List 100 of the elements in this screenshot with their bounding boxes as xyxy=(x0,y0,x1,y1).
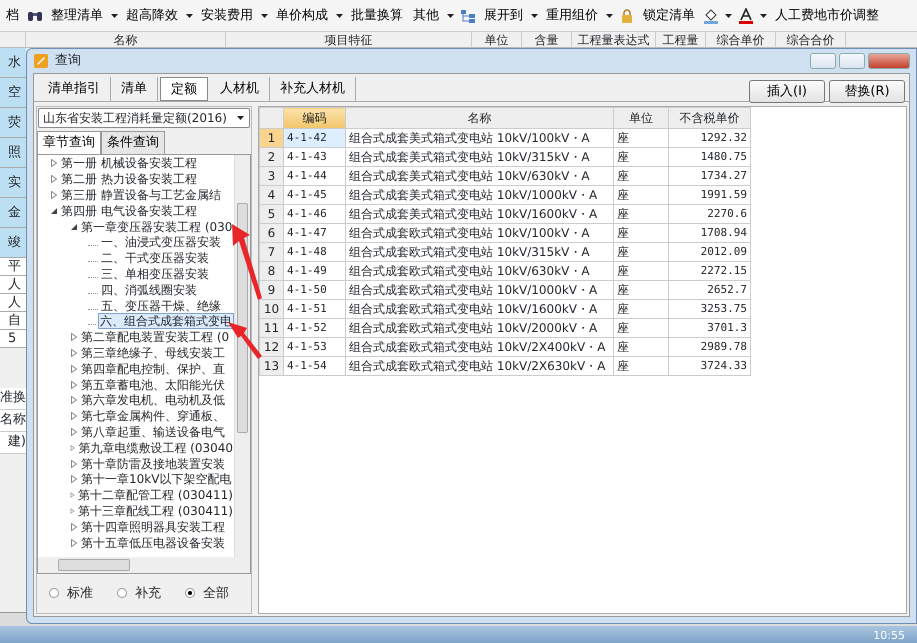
tree-item[interactable]: 一、油浸式变压器安装 xyxy=(100,235,222,250)
tree-item[interactable]: 第十二章配管工程 (030411) xyxy=(77,488,234,502)
tree-item[interactable]: 第四章配电控制、保护、直 xyxy=(80,362,226,376)
collapse-icon[interactable] xyxy=(70,222,78,231)
toolbar-button[interactable]: 安装费用 xyxy=(199,6,255,26)
tree-item[interactable]: 四、消弧线圈安装 xyxy=(100,282,198,297)
tree-item[interactable]: 第三册 静置设备与工艺金属结 xyxy=(60,188,222,202)
expand-icon[interactable] xyxy=(70,491,75,500)
replace-button[interactable]: 替换(R) xyxy=(829,80,905,104)
tree-item[interactable]: 第十四章照明器具安装工程 xyxy=(80,520,226,534)
tree-item[interactable]: 三、单相变压器安装 xyxy=(100,266,210,281)
caret-icon[interactable] xyxy=(186,14,193,18)
row-number[interactable]: 4 xyxy=(260,186,284,204)
paint-bucket-icon[interactable] xyxy=(703,8,719,24)
expand-icon[interactable] xyxy=(70,475,78,484)
tab[interactable]: 条件查询 xyxy=(101,131,165,154)
tree-item[interactable]: 二、干式变压器安装 xyxy=(100,251,210,266)
tree-item[interactable]: 第三章绝缘子、母线安装工 xyxy=(80,346,226,360)
expand-icon[interactable] xyxy=(70,380,78,389)
toolbar-button[interactable]: 展开到 xyxy=(482,6,525,26)
minimize-button[interactable] xyxy=(810,53,836,69)
toolbar-button[interactable]: 整理清单 xyxy=(49,6,105,26)
row-number[interactable]: 8 xyxy=(260,262,284,280)
column-header[interactable]: 不含税单价 xyxy=(668,108,750,128)
column-header[interactable]: 名称 xyxy=(26,32,226,47)
row-number[interactable]: 2 xyxy=(260,148,284,166)
toolbar-button[interactable]: 锁定清单 xyxy=(641,6,697,26)
expand-icon[interactable] xyxy=(70,444,76,452)
radio-button[interactable] xyxy=(117,588,127,598)
tree-item[interactable]: 第十五章低压电器设备安装 xyxy=(80,536,226,550)
expand-icon[interactable] xyxy=(70,428,78,436)
collapse-icon[interactable] xyxy=(50,206,58,215)
tab[interactable]: 章节查询 xyxy=(37,131,101,154)
close-button[interactable] xyxy=(868,53,910,69)
column-header[interactable]: 编码 xyxy=(284,108,346,128)
tree-item[interactable]: 第二册 热力设备安装工程 xyxy=(60,172,198,186)
toolbar-button[interactable]: 其他 xyxy=(411,6,441,26)
toolbar-button[interactable]: 超高降效 xyxy=(124,6,180,26)
tree-item[interactable]: 第二章配电装置安装工程 (0 xyxy=(80,330,230,344)
caret-icon[interactable] xyxy=(606,14,613,18)
insert-button[interactable]: 插入(I) xyxy=(749,80,825,104)
column-header[interactable]: 工程量表达式 xyxy=(572,32,656,47)
radio-button[interactable] xyxy=(185,588,195,598)
caret-icon[interactable] xyxy=(531,14,538,18)
row-number[interactable]: 3 xyxy=(260,166,284,186)
expand-icon[interactable] xyxy=(70,396,78,404)
toolbar-button[interactable]: 档 xyxy=(4,6,21,26)
row-number[interactable]: 1 xyxy=(260,128,284,148)
column-header[interactable]: 名称 xyxy=(346,108,614,128)
tree-icon[interactable] xyxy=(460,8,476,24)
column-header[interactable]: 单位 xyxy=(614,108,668,128)
expand-icon[interactable] xyxy=(70,348,78,357)
tree-item[interactable]: 第一章变压器安装工程 (030 xyxy=(80,220,234,234)
row-number[interactable]: 9 xyxy=(260,280,284,300)
column-header[interactable]: 项目特征 xyxy=(226,32,472,47)
toolbar-button[interactable]: 批量换算 xyxy=(349,6,405,26)
tree-item[interactable]: 第六章发电机、电动机及低 xyxy=(80,393,226,408)
expand-icon[interactable] xyxy=(70,506,75,515)
tree-item[interactable]: 第四册 电气设备安装工程 xyxy=(60,204,198,218)
library-dropdown[interactable]: 山东省安装工程消耗量定额(2016) xyxy=(38,108,250,128)
tree-item[interactable]: 第七章金属构件、穿通板、 xyxy=(80,409,226,424)
tree-item[interactable]: 第五章蓄电池、太阳能光伏 xyxy=(80,378,226,392)
tree-item[interactable]: 第一册 机械设备安装工程 xyxy=(60,156,198,170)
caret-icon[interactable] xyxy=(237,116,244,120)
caret-icon[interactable] xyxy=(111,14,118,18)
caret-icon[interactable] xyxy=(261,14,268,18)
tree-item[interactable]: 第九章电缆敷设工程 (03040 xyxy=(77,440,234,455)
font-color-icon[interactable] xyxy=(738,8,754,24)
row-number[interactable]: 7 xyxy=(260,242,284,262)
toolbar-button[interactable]: 人工费地市价调整 xyxy=(773,6,881,26)
expand-icon[interactable] xyxy=(50,175,58,184)
tree-item[interactable]: 第十一章10kV以下架空配电 xyxy=(80,472,232,486)
toolbar-button[interactable]: 单价构成 xyxy=(274,6,330,26)
column-header[interactable]: 工程量 xyxy=(656,32,706,47)
tree-item[interactable]: 五、变压器干燥、绝缘 xyxy=(100,298,222,313)
tab[interactable]: 定额 xyxy=(160,77,208,101)
vertical-scrollbar[interactable] xyxy=(234,154,250,556)
row-number[interactable]: 11 xyxy=(260,318,284,338)
expand-icon[interactable] xyxy=(50,159,58,168)
row-number[interactable]: 10 xyxy=(260,300,284,318)
caret-icon[interactable] xyxy=(336,14,343,18)
caret-icon[interactable] xyxy=(725,14,732,18)
expand-icon[interactable] xyxy=(50,190,58,199)
expand-icon[interactable] xyxy=(70,364,78,373)
radio-button[interactable] xyxy=(49,588,59,598)
expand-icon[interactable] xyxy=(70,460,78,468)
horizontal-scrollbar[interactable] xyxy=(38,556,250,572)
caret-icon[interactable] xyxy=(760,14,767,18)
maximize-button[interactable] xyxy=(839,53,865,69)
column-header[interactable]: 综合合价 xyxy=(776,32,846,47)
expand-icon[interactable] xyxy=(70,538,78,547)
tree-item[interactable]: 第八章起重、输送设备电气 xyxy=(80,424,226,439)
expand-icon[interactable] xyxy=(70,333,78,342)
column-header[interactable]: 含量 xyxy=(522,32,572,47)
expand-icon[interactable] xyxy=(70,412,78,420)
lock-icon[interactable] xyxy=(619,8,635,24)
row-number[interactable]: 13 xyxy=(260,356,284,376)
caret-icon[interactable] xyxy=(447,14,454,18)
tree-item[interactable]: 第十章防雷及接地装置安装 xyxy=(80,456,226,471)
row-number[interactable]: 5 xyxy=(260,204,284,224)
